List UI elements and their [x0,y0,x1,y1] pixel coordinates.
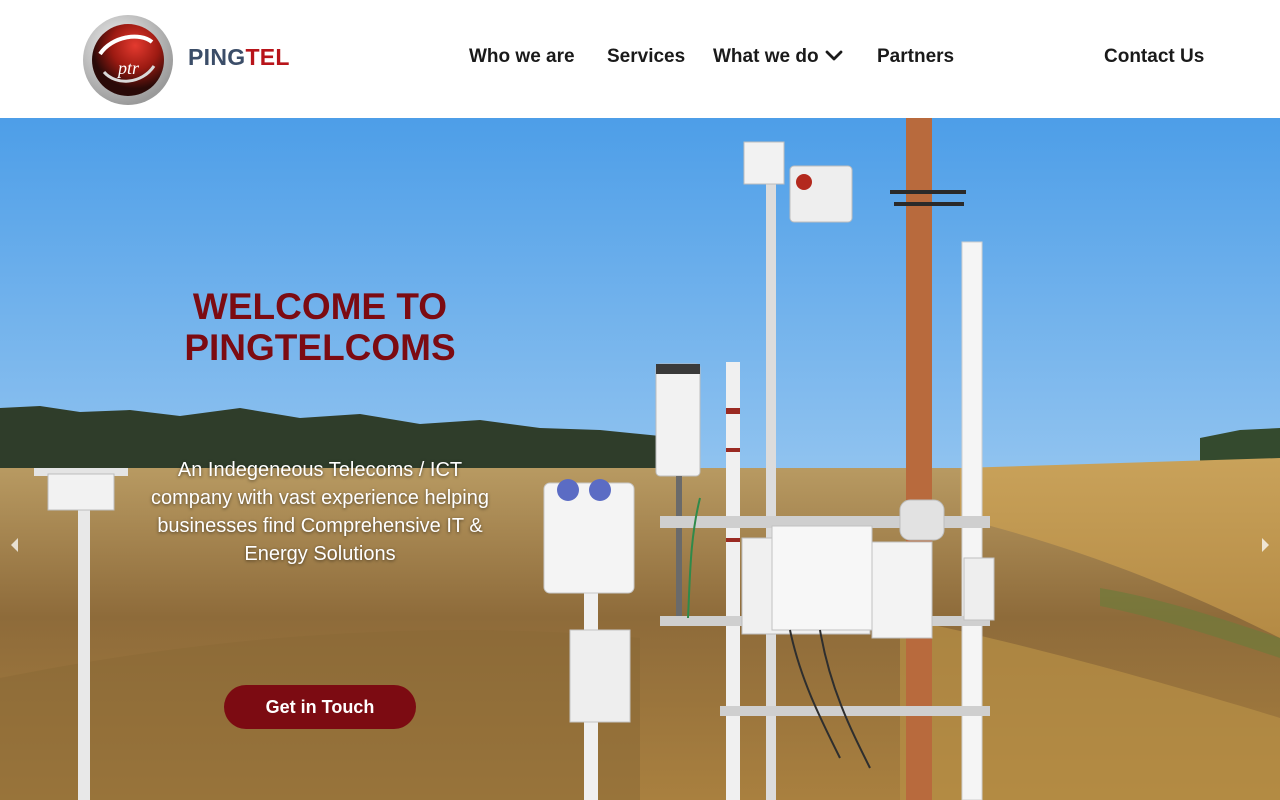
nav-services[interactable]: Services [607,46,685,68]
chevron-down-icon [825,46,843,68]
hero-subtitle: An Indegeneous Telecoms / ICT company wi… [151,459,489,565]
hero-slider: WELCOME TO PINGTELCOMS An Indegeneous Te… [0,118,1280,800]
nav-who-we-are[interactable]: Who we are [469,46,575,68]
brand-name-part2: TEL [245,44,290,70]
brand-name-part1: PING [188,44,246,70]
slider-prev-arrow[interactable] [8,536,20,559]
chevron-left-icon [11,538,18,552]
hero-title-line1: WELCOME TO [192,286,448,327]
svg-text:ptr: ptr [116,58,140,78]
site-header: ptr PINGTEL Who we are Services What we … [0,0,1280,118]
slider-next-arrow[interactable] [1260,536,1272,559]
get-in-touch-button[interactable]: Get in Touch [224,685,416,729]
hero-title-line2: PINGTELCOMS [184,327,456,368]
logo-emblem-icon: ptr [83,15,173,105]
hero-title: WELCOME TO PINGTELCOMS [160,286,480,368]
nav-what-we-do-label: What we do [713,46,819,68]
nav-partners[interactable]: Partners [877,46,954,68]
company-logo[interactable]: ptr [82,14,174,106]
contact-us-link[interactable]: Contact Us [1104,46,1204,68]
brand-name[interactable]: PINGTEL [188,44,290,71]
nav-what-we-do[interactable]: What we do [713,46,843,68]
chevron-right-icon [1262,538,1269,552]
